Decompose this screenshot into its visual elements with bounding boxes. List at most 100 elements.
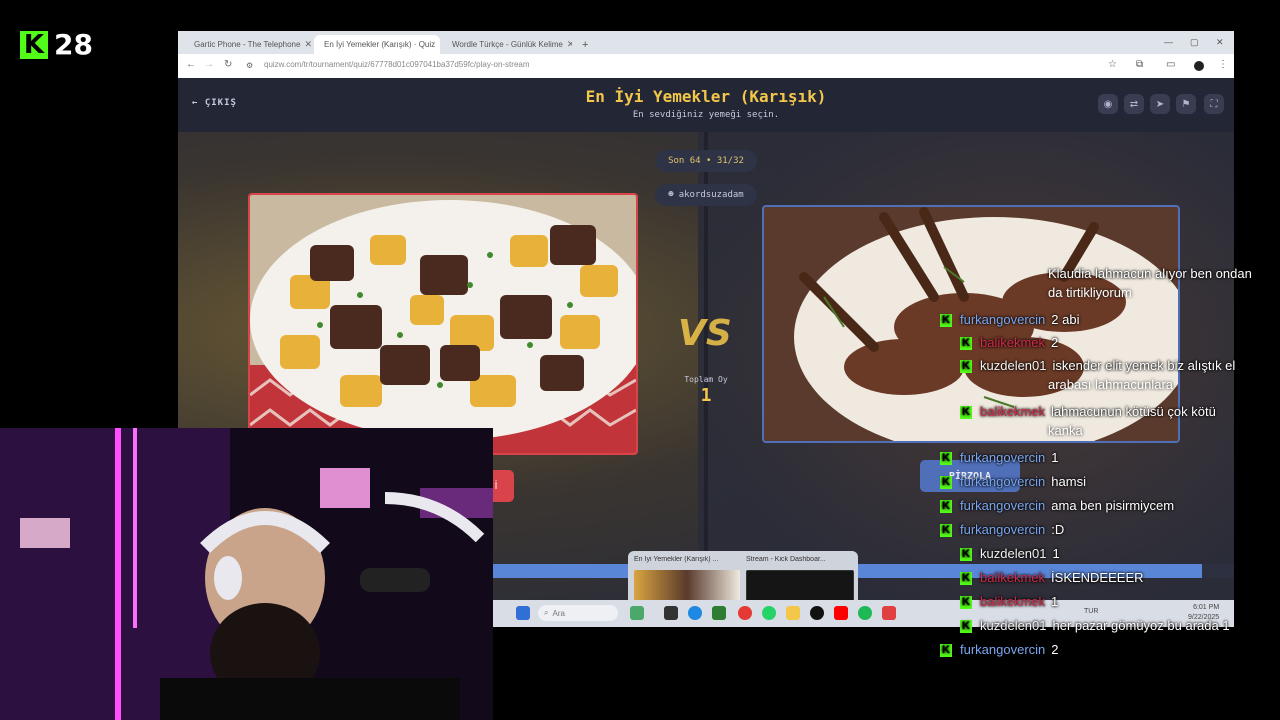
address-bar-row: ← → ↻ ⚙ quizw.com/tr/tournament/quiz/677… xyxy=(178,54,1234,78)
kick-badge-icon: K xyxy=(960,596,972,610)
kick-badge-icon: K xyxy=(940,452,952,466)
chat-username[interactable]: kuzdelen01 xyxy=(980,358,1047,373)
kick-badge-icon: K xyxy=(940,476,952,490)
share-icon[interactable]: ⇄ xyxy=(1124,94,1144,114)
tab-bar: Gartic Phone - The Telephone ✕ En İyi Ye… xyxy=(178,31,1234,54)
tab-label: En İyi Yemekler (Karışık) · Quiz xyxy=(324,40,436,49)
sidebar-icon[interactable]: ▭ xyxy=(1166,59,1175,70)
quiz-title: En İyi Yemekler (Karışık) xyxy=(585,87,827,106)
minimize-icon[interactable]: — xyxy=(1164,37,1173,47)
forward-arrow-icon[interactable]: → xyxy=(204,59,214,70)
vs-icon: VS xyxy=(678,313,732,354)
kick-badge-icon: K xyxy=(940,644,952,658)
chat-message: Kfurkangovercin:D xyxy=(940,518,1064,541)
chat-message: Kbalikekmek 1 xyxy=(960,590,1058,613)
spotify-icon[interactable] xyxy=(858,606,872,620)
eye-icon[interactable]: ◉ xyxy=(1098,94,1118,114)
folder-icon[interactable] xyxy=(786,606,800,620)
kick-logo-icon: K xyxy=(20,30,48,60)
close-window-icon[interactable]: ✕ xyxy=(1216,37,1224,48)
chat-username[interactable]: furkangovercin xyxy=(960,312,1045,327)
tab-quiz[interactable]: En İyi Yemekler (Karışık) · Quiz ✕ xyxy=(314,35,440,54)
chat-username[interactable]: balikekmek xyxy=(980,594,1045,609)
chat-message-cont: kanka xyxy=(1048,423,1083,438)
quiz-header: ← ÇIKIŞ En İyi Yemekler (Karışık) En sev… xyxy=(178,78,1234,132)
chat-message: Kkuzdelen01 iskender elit yemek biz alışt… xyxy=(960,354,1235,377)
taskbar-search[interactable]: ⌕ Ara xyxy=(538,605,618,621)
option-left-image[interactable] xyxy=(248,193,638,455)
viewer-counter: 28 xyxy=(54,28,93,61)
flag-icon[interactable]: ⚑ xyxy=(1176,94,1196,114)
chat-message: Kfurkangovercin hamsi xyxy=(940,470,1086,493)
kick-badge-icon: K xyxy=(960,406,972,420)
kick-badge-icon: K xyxy=(960,360,972,374)
menu-dots-icon[interactable]: ⋮ xyxy=(1218,59,1228,70)
chat-username[interactable]: furkangovercin xyxy=(960,522,1045,537)
chat-message: Kkuzdelen01 1 xyxy=(960,542,1060,565)
chat-username[interactable]: balikekmek xyxy=(980,570,1045,585)
kick-badge-icon: K xyxy=(960,572,972,586)
windows-start-icon[interactable] xyxy=(516,606,530,620)
chat-message: Kbalikekmek İSKENDEEEER xyxy=(960,566,1144,589)
chat-message-cont: arabası lahmacunlara xyxy=(1048,377,1174,392)
tab-wordle[interactable]: Wordle Türkçe - Günlük Kelime ✕ xyxy=(442,35,572,54)
chat-username[interactable]: balikekmek xyxy=(980,404,1045,419)
webcam-feed xyxy=(0,428,493,720)
whatsapp-icon[interactable] xyxy=(762,606,776,620)
reload-icon[interactable]: ↻ xyxy=(224,59,232,70)
chat-username[interactable]: balikekmek xyxy=(980,335,1045,350)
streamer-user-pill: ☻ akordsuzadam xyxy=(655,184,757,206)
store-icon[interactable] xyxy=(712,606,726,620)
chat-username[interactable]: furkangovercin xyxy=(960,450,1045,465)
chat-message: Kbalikekmek lahmacunun kötüsü çok kötü xyxy=(960,400,1216,423)
total-votes-value: 1 xyxy=(700,385,712,406)
chat-username[interactable]: furkangovercin xyxy=(960,642,1045,657)
task-view-icon[interactable] xyxy=(664,606,678,620)
tab-label: Wordle Türkçe - Günlük Kelime xyxy=(452,40,563,49)
chat-username[interactable]: furkangovercin xyxy=(960,474,1045,489)
url-field[interactable]: quizw.com/tr/tournament/quiz/67778d01c09… xyxy=(264,60,530,69)
chat-message: Kfurkangovercin 2 xyxy=(940,638,1059,661)
quiz-subtitle: En sevdiğiniz yemeği seçin. xyxy=(632,110,780,120)
chrome-icon[interactable] xyxy=(738,606,752,620)
kick-badge-icon: K xyxy=(940,524,952,538)
chat-message-cont: da tirtikliyorum xyxy=(1048,285,1132,300)
kick-badge-icon: K xyxy=(940,500,952,514)
close-tab-icon[interactable]: ✕ xyxy=(567,39,572,50)
chat-message: Klaudia lahmacun alıyor ben ondan xyxy=(1048,266,1252,281)
new-tab-button[interactable]: + xyxy=(576,35,596,54)
close-tab-icon[interactable]: ✕ xyxy=(439,39,440,50)
kick-counter-logo: K 28 xyxy=(20,28,93,61)
chat-message: Kfurkangovercin 1 xyxy=(940,446,1059,469)
chat-username[interactable]: kuzdelen01 xyxy=(980,546,1047,561)
close-tab-icon[interactable]: ✕ xyxy=(304,39,312,50)
chat-username[interactable]: kuzdelen01 xyxy=(980,618,1047,633)
youtube-icon[interactable] xyxy=(834,606,848,620)
chat-message: Kfurkangovercin ama ben pisirmiycem xyxy=(940,494,1174,517)
kick-badge-icon: K xyxy=(960,548,972,562)
tab-label: Gartic Phone - The Telephone xyxy=(194,40,301,49)
send-icon[interactable]: ➤ xyxy=(1150,94,1170,114)
app-red-icon[interactable] xyxy=(882,606,896,620)
kick-badge-icon: K xyxy=(940,314,952,328)
chat-message: Kbalikekmek 2 xyxy=(960,331,1058,354)
fullscreen-icon[interactable]: ⛶ xyxy=(1204,94,1224,114)
search-icon: ⌕ xyxy=(544,608,549,617)
profile-avatar[interactable] xyxy=(1194,61,1204,71)
round-indicator: Son 64 • 31/32 xyxy=(655,150,757,172)
edge-icon[interactable] xyxy=(688,606,702,620)
chat-username[interactable]: furkangovercin xyxy=(960,498,1045,513)
kick-badge-icon: K xyxy=(960,620,972,634)
chat-message: Kkuzdelen01 her pazar gömüyoz bu arada 1 xyxy=(960,614,1230,637)
widgets-icon[interactable] xyxy=(630,606,644,620)
extensions-icon[interactable]: ⧉ xyxy=(1136,59,1143,70)
site-info-icon[interactable]: ⚙ xyxy=(246,61,253,70)
kick-badge-icon: K xyxy=(960,337,972,351)
app-icon[interactable] xyxy=(810,606,824,620)
chat-message: Kfurkangovercin 2 abi xyxy=(940,308,1079,331)
user-icon: ☻ xyxy=(668,190,674,200)
bookmark-star-icon[interactable]: ☆ xyxy=(1108,59,1117,70)
maximize-icon[interactable]: ▢ xyxy=(1190,37,1199,48)
tab-gartic-phone[interactable]: Gartic Phone - The Telephone ✕ xyxy=(184,35,312,54)
back-arrow-icon[interactable]: ← xyxy=(186,59,196,70)
